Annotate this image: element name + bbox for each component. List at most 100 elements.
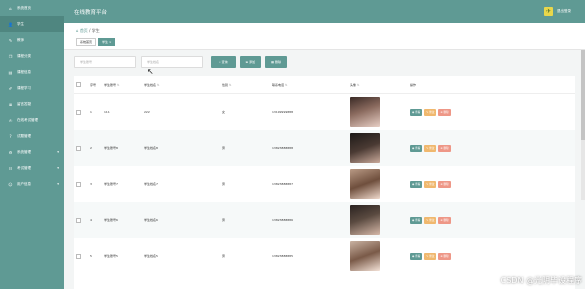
search-button-label: 查询	[221, 60, 228, 64]
row-checkbox[interactable]	[76, 145, 81, 151]
student-photo	[350, 97, 380, 127]
header-name[interactable]: 学生姓名 ⇅	[144, 76, 222, 93]
sidebar-item-3[interactable]: ❐ 课程分类	[0, 48, 64, 64]
tab-tags: 系统首页 学生 ×	[76, 38, 117, 46]
edit-label: 修改	[429, 147, 435, 150]
scrollbar[interactable]	[581, 50, 585, 200]
cell-account: 学生账号7	[104, 182, 118, 186]
sidebar-item-8[interactable]: ? 试题管理	[0, 128, 64, 144]
sort-icon[interactable]: ⇅	[285, 83, 288, 87]
row-checkbox[interactable]	[76, 109, 81, 115]
logout-link[interactable]: 退出登录	[557, 9, 571, 14]
home-icon: ⌂	[9, 5, 12, 11]
table-body: 1 111 222 女 13199999888 ◉ 查看 ✎ 修改 ⊗ 删除 2 学生账号8 学生姓…	[74, 94, 575, 274]
sidebar-item-0[interactable]: ⌂ 系统首页	[0, 0, 64, 16]
cell-index: 4	[90, 218, 92, 222]
cell-account: 学生账号8	[104, 146, 118, 150]
edit-button[interactable]: ✎ 修改	[424, 216, 437, 224]
batch-delete-button[interactable]: ▦ 删除	[265, 56, 287, 68]
delete-button[interactable]: ⊗ 删除	[438, 216, 451, 224]
cell-gender: 女	[222, 110, 226, 114]
header-phone-label: 联系电话	[272, 82, 285, 87]
edit-button[interactable]: ✎ 修改	[424, 108, 437, 116]
breadcrumb-separator: /	[89, 28, 91, 33]
sidebar-item-10[interactable]: ☷ 考试管理 ▾	[0, 160, 64, 176]
view-button[interactable]: ◉ 查看	[410, 180, 423, 188]
student-photo	[350, 241, 380, 271]
edit-button[interactable]: ✎ 修改	[424, 252, 437, 260]
sidebar-item-label: 课程信息	[17, 69, 31, 74]
header-photo[interactable]: 头像 ⇅	[350, 76, 410, 93]
view-button[interactable]: ◉ 查看	[410, 252, 423, 260]
header-account[interactable]: 学生账号 ⇅	[104, 76, 144, 93]
tag-home[interactable]: 系统首页	[76, 38, 97, 46]
row-checkbox[interactable]	[76, 181, 81, 187]
edit-button[interactable]: ✎ 修改	[424, 180, 437, 188]
sidebar: ⌂ 系统首页 👤 学生 ✎ 教师 ❐ 课程分类 ▤ 课程信息 ✐ 课程学习 ≣ 留言答疑 ✍ 在线考试管理? 试…	[0, 0, 64, 289]
edit-label: 修改	[429, 255, 435, 258]
row-checkbox[interactable]	[76, 253, 81, 259]
header-name-label: 学生姓名	[144, 82, 157, 87]
cell-name: 学生姓名7	[144, 182, 158, 186]
table-row: 4 学生账号6 学生姓名6 男 13823888886 ◉ 查看 ✎ 修改 ⊗ 删除	[74, 202, 575, 238]
mouse-cursor-icon: ↖	[147, 67, 154, 76]
view-button[interactable]: ◉ 查看	[410, 144, 423, 152]
sidebar-item-4[interactable]: ▤ 课程信息	[0, 64, 64, 80]
add-button-label: 添加	[249, 60, 256, 64]
view-button[interactable]: ◉ 查看	[410, 216, 423, 224]
view-label: 查看	[415, 183, 421, 186]
sidebar-item-5[interactable]: ✐ 课程学习	[0, 80, 64, 96]
avatar[interactable]: ✈	[544, 7, 553, 16]
select-all-checkbox[interactable]	[76, 82, 81, 87]
row-checkbox[interactable]	[76, 217, 81, 223]
table-row: 1 111 222 女 13199999888 ◉ 查看 ✎ 修改 ⊗ 删除	[74, 94, 575, 130]
header-gender[interactable]: 性别 ⇅	[222, 76, 272, 93]
sidebar-item-label: 教师	[17, 37, 24, 42]
tag-student[interactable]: 学生 ×	[98, 38, 116, 46]
sort-icon[interactable]: ⇅	[157, 83, 160, 87]
sort-icon[interactable]: ⇅	[117, 83, 120, 87]
delete-button[interactable]: ⊗ 删除	[438, 180, 451, 188]
sidebar-item-1[interactable]: 👤 学生	[0, 16, 64, 32]
cell-index: 2	[90, 146, 92, 150]
teacher-icon: ✎	[8, 37, 13, 43]
sidebar-item-label: 留言答疑	[17, 101, 31, 106]
header-phone[interactable]: 联系电话 ⇅	[272, 76, 350, 93]
table-row: 3 学生账号7 学生姓名7 男 13823888887 ◉ 查看 ✎ 修改 ⊗ 删除	[74, 166, 575, 202]
sidebar-item-7[interactable]: ✍ 在线考试管理	[0, 112, 64, 128]
sidebar-item-11[interactable]: ☺ 用户信息 ▾	[0, 176, 64, 192]
user-menu[interactable]: ✈ 退出登录	[544, 7, 571, 16]
cell-name: 学生姓名6	[144, 218, 158, 222]
delete-button[interactable]: ⊗ 删除	[438, 252, 451, 260]
cell-phone: 13823888887	[272, 182, 293, 186]
sidebar-item-2[interactable]: ✎ 教师	[0, 32, 64, 48]
sidebar-item-label: 用户信息	[17, 181, 31, 186]
table-row: 5 学生账号5 学生姓名5 男 13823888885 ◉ 查看 ✎ 修改 ⊗ 删除	[74, 238, 575, 274]
table-row: 2 学生账号8 学生姓名8 男 13823888888 ◉ 查看 ✎ 修改 ⊗ 删除	[74, 130, 575, 166]
cell-gender: 男	[222, 254, 226, 258]
breadcrumb-current: 学生	[91, 28, 100, 33]
header-index: 序号	[90, 82, 97, 87]
sidebar-item-9[interactable]: ⚙ 系统管理 ▾	[0, 144, 64, 160]
sidebar-item-6[interactable]: ≣ 留言答疑	[0, 96, 64, 112]
delete-label: 删除	[443, 255, 449, 258]
sort-icon[interactable]: ⇅	[357, 83, 360, 87]
sort-icon[interactable]: ⇅	[229, 83, 232, 87]
cell-index: 5	[90, 254, 92, 258]
scrollbar-thumb[interactable]	[581, 50, 585, 140]
edit-button[interactable]: ✎ 修改	[424, 144, 437, 152]
view-button[interactable]: ◉ 查看	[410, 108, 423, 116]
delete-label: 删除	[443, 111, 449, 114]
delete-label: 删除	[443, 147, 449, 150]
delete-label: 删除	[443, 219, 449, 222]
cell-phone: 13199999888	[272, 110, 293, 114]
delete-button[interactable]: ⊗ 删除	[438, 144, 451, 152]
breadcrumb-home[interactable]: 首页	[80, 28, 88, 33]
search-button[interactable]: ⌕ 查询	[211, 56, 236, 68]
account-search-input[interactable]: 学生账号	[74, 56, 136, 68]
delete-button[interactable]: ⊗ 删除	[438, 108, 451, 116]
book-icon: ❐	[8, 53, 13, 59]
student-table: 序号 学生账号 ⇅ 学生姓名 ⇅ 性别 ⇅ 联系电话 ⇅ 头像 ⇅ 操作 1 111 222 女…	[74, 76, 575, 289]
add-button[interactable]: ⊞ 添加	[239, 56, 262, 68]
chevron-down-icon: ▾	[57, 182, 59, 186]
